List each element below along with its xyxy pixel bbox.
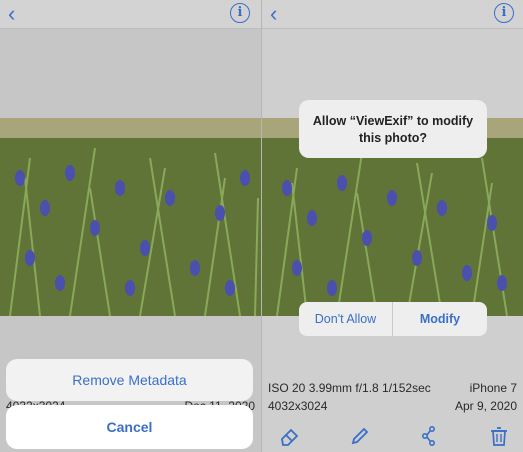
device-name: iPhone 7 — [469, 381, 517, 395]
capture-date: Apr 9, 2020 — [454, 399, 517, 413]
share-icon[interactable] — [417, 424, 441, 448]
permission-alert: Allow “ViewExif” to modify this photo? — [299, 100, 487, 158]
back-icon[interactable]: ‹ — [270, 3, 288, 25]
remove-metadata-button[interactable]: Remove Metadata — [6, 359, 253, 401]
modify-button[interactable]: Modify — [393, 302, 487, 336]
pencil-icon[interactable] — [348, 424, 372, 448]
eraser-icon[interactable] — [278, 424, 302, 448]
cancel-button[interactable]: Cancel — [6, 405, 253, 449]
photo-metadata: ISO 20 3.99mm f/1.8 1/152sec iPhone 7 40… — [262, 378, 523, 418]
alert-message-line1: Allow “ViewExif” to modify — [312, 114, 474, 128]
photo — [0, 118, 261, 316]
left-screen: ‹ i 4032x3024 — [0, 0, 261, 452]
bottom-toolbar — [262, 420, 523, 452]
info-icon[interactable]: i — [494, 3, 514, 23]
trash-icon[interactable] — [487, 424, 511, 448]
alert-actions: Don't Allow Modify — [299, 302, 487, 336]
image-dimensions: 4032x3024 — [268, 399, 328, 413]
exposure-info: ISO 20 3.99mm f/1.8 1/152sec — [268, 381, 431, 395]
dont-allow-button[interactable]: Don't Allow — [299, 302, 393, 336]
back-icon[interactable]: ‹ — [8, 3, 26, 25]
right-screen: ‹ i Allow “ViewExif” to modify this phot… — [262, 0, 523, 452]
alert-message-line2: this photo? — [358, 131, 428, 145]
navigation-bar: ‹ i — [0, 0, 261, 29]
info-icon[interactable]: i — [230, 3, 250, 23]
navigation-bar: ‹ i — [262, 0, 523, 29]
